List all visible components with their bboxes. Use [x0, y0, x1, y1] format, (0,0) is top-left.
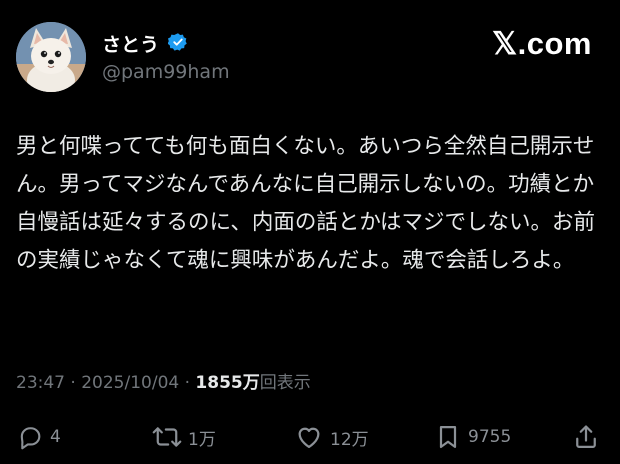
repost-button[interactable]: 1万 [152, 420, 216, 454]
reply-icon [16, 423, 44, 451]
tweet-time[interactable]: 23:47 [16, 373, 65, 393]
bookmark-icon [434, 423, 462, 451]
tweet-meta: 23:47 · 2025/10/04 · 1855万回表示 [16, 368, 311, 393]
views-label: 回表示 [259, 373, 311, 393]
verified-badge-icon [167, 32, 188, 56]
repost-icon [152, 423, 182, 451]
views-count: 1855万 [195, 373, 260, 393]
x-logo: 𝕏.com [492, 26, 592, 61]
display-name[interactable]: さとう [102, 30, 159, 57]
bookmark-button[interactable]: 9755 [434, 420, 511, 454]
share-button[interactable] [572, 420, 600, 454]
tweet-date[interactable]: 2025/10/04 [81, 373, 179, 393]
like-count: 12万 [330, 429, 369, 450]
like-button[interactable]: 12万 [294, 420, 369, 454]
bookmark-count: 9755 [468, 427, 512, 447]
repost-count: 1万 [188, 429, 216, 450]
tweet-header: さとう @pam99ham 𝕏.com [16, 22, 606, 94]
user-info: さとう @pam99ham [102, 30, 230, 83]
reply-count: 4 [50, 427, 61, 447]
like-icon [294, 423, 324, 451]
meta-separator-2: · [179, 373, 196, 393]
avatar[interactable] [16, 22, 86, 92]
tweet-text: 男と何喋ってても何も面白くない。あいつら全然自己開示せん。男ってマジなんであんな… [16, 134, 595, 273]
share-icon [572, 423, 600, 451]
avatar-dog-image [16, 22, 86, 92]
reply-button[interactable]: 4 [16, 420, 61, 454]
tweet-actions: 4 1万 12万 9755 [16, 420, 606, 454]
user-handle[interactable]: @pam99ham [102, 61, 230, 83]
meta-separator: · [65, 373, 82, 393]
